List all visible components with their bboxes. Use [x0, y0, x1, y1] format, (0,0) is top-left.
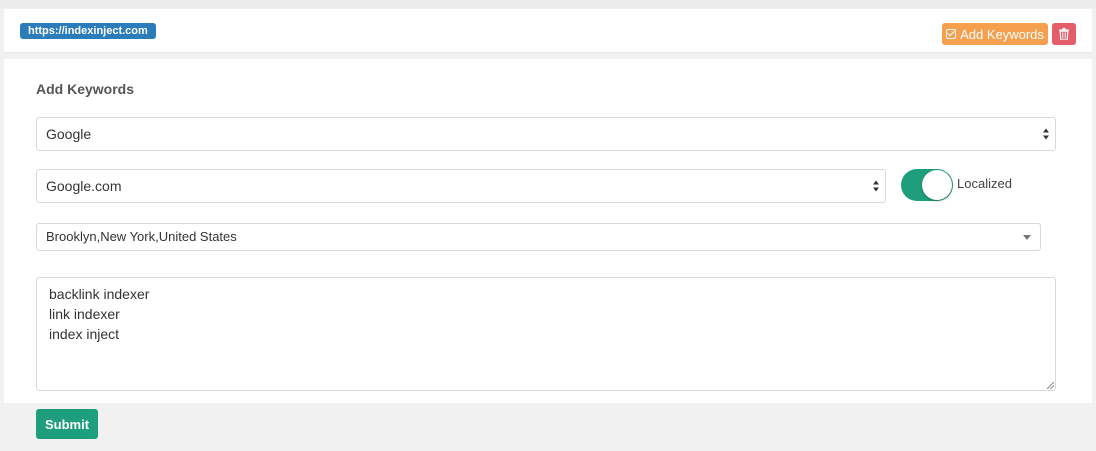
location-select[interactable]: Brooklyn,New York,United States: [36, 223, 1041, 251]
site-header: https://indexinject.com Add Keywords: [4, 9, 1092, 53]
updown-arrows-icon: [1043, 128, 1049, 140]
search-engine-select[interactable]: Google: [36, 117, 1056, 151]
add-keywords-panel: Add Keywords Google Google.com Localized…: [4, 59, 1092, 403]
top-strip: [0, 0, 1096, 8]
section-title: Add Keywords: [36, 81, 135, 97]
trash-icon: [1059, 28, 1069, 40]
caret-down-icon: [1023, 235, 1031, 240]
resize-grip-icon[interactable]: [1046, 381, 1054, 389]
delete-button[interactable]: [1052, 23, 1076, 45]
google-domain-value: Google.com: [46, 178, 122, 194]
add-keywords-button[interactable]: Add Keywords: [942, 23, 1048, 45]
site-url-badge[interactable]: https://indexinject.com: [20, 23, 156, 39]
keywords-textarea[interactable]: [36, 277, 1056, 391]
add-keywords-label: Add Keywords: [960, 26, 1044, 42]
localized-label: Localized: [957, 176, 1012, 191]
updown-arrows-icon: [873, 180, 879, 192]
search-engine-value: Google: [46, 126, 92, 142]
location-value: Brooklyn,New York,United States: [46, 229, 237, 244]
localized-toggle[interactable]: [901, 169, 953, 201]
toggle-knob: [922, 170, 952, 200]
submit-button[interactable]: Submit: [36, 409, 98, 439]
google-domain-select[interactable]: Google.com: [36, 169, 886, 203]
check-square-icon: [946, 29, 957, 39]
